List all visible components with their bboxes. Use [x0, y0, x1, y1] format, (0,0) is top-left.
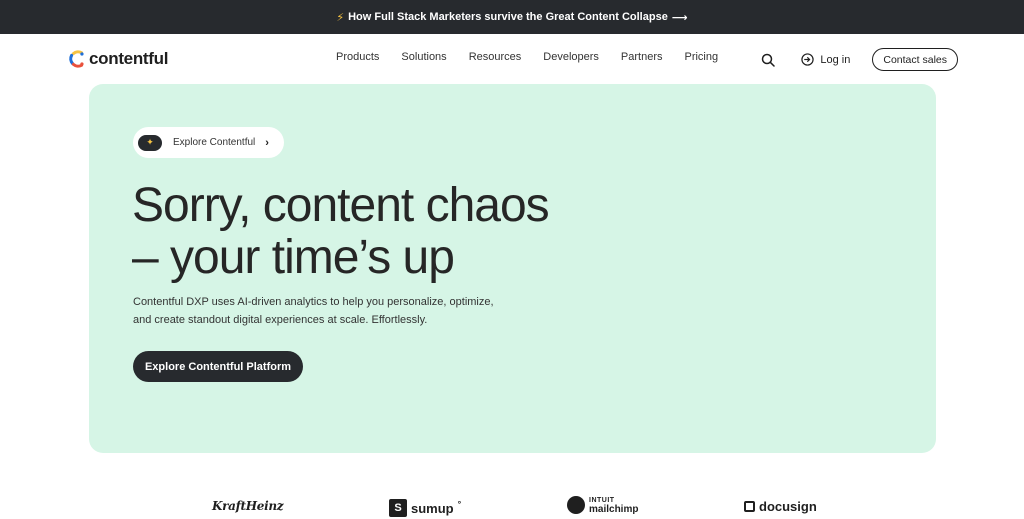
docusign-wordmark: docusign [759, 499, 817, 514]
hero-headline: Sorry, content chaos – your time’s up [132, 180, 692, 284]
nav-link-resources[interactable]: Resources [469, 51, 522, 63]
contentful-logo[interactable]: contentful [68, 49, 168, 69]
login-label: Log in [820, 53, 851, 66]
docusign-icon [744, 501, 755, 512]
contentful-logo-icon [69, 50, 84, 68]
pill-label: Explore Contentful [173, 137, 256, 148]
logo-wordmark: contentful [89, 49, 169, 68]
docusign-logo: docusign [744, 499, 817, 514]
contact-sales-button[interactable]: Contact sales [872, 48, 958, 71]
chevron-right-icon: › [265, 136, 269, 149]
explore-platform-button[interactable]: Explore Contentful Platform [133, 351, 303, 382]
hero-section: ✦ Explore Contentful › Sorry, content ch… [89, 84, 936, 453]
intuit-mailchimp-logo: INTUIT mailchimp [567, 496, 639, 515]
headline-line-1: Sorry, content chaos [132, 179, 550, 232]
mailchimp-icon [567, 496, 585, 514]
nav-link-pricing[interactable]: Pricing [684, 51, 718, 63]
search-icon [762, 53, 776, 67]
main-navigation: contentful Products Solutions Resources … [0, 34, 1024, 84]
nav-link-partners[interactable]: Partners [621, 51, 663, 63]
nav-link-products[interactable]: Products [336, 51, 379, 63]
sumup-logo: S sumup ° [389, 499, 461, 517]
nav-actions: Log in Contact sales [759, 48, 958, 71]
sumup-wordmark: sumup [411, 500, 454, 516]
customer-logos: KraftHeinz S sumup ° INTUIT mailchimp do… [0, 493, 1024, 519]
announcement-text: How Full Stack Marketers survive the Gre… [348, 11, 668, 23]
login-icon [801, 53, 815, 66]
sumup-degree: ° [457, 499, 462, 509]
sumup-mark-icon: S [389, 499, 407, 517]
explore-contentful-pill[interactable]: ✦ Explore Contentful › [133, 127, 284, 158]
nav-link-solutions[interactable]: Solutions [401, 51, 446, 63]
lightning-bolt-icon: ⚡ [336, 11, 345, 24]
kraftheinz-logo: KraftHeinz [212, 499, 284, 513]
nav-links: Products Solutions Resources Developers … [336, 51, 740, 63]
search-button[interactable] [759, 51, 777, 69]
headline-line-2: – your time’s up [132, 231, 455, 284]
hero-subtext: Contentful DXP uses AI-driven analytics … [133, 296, 494, 326]
mailchimp-wordmark: mailchimp [589, 504, 639, 515]
sparkle-icon: ✦ [138, 134, 162, 151]
nav-link-developers[interactable]: Developers [543, 51, 599, 63]
login-link[interactable]: Log in [801, 53, 850, 66]
arrow-right-icon: ⟶ [671, 11, 688, 24]
announcement-bar[interactable]: ⚡ How Full Stack Marketers survive the G… [0, 0, 1024, 34]
